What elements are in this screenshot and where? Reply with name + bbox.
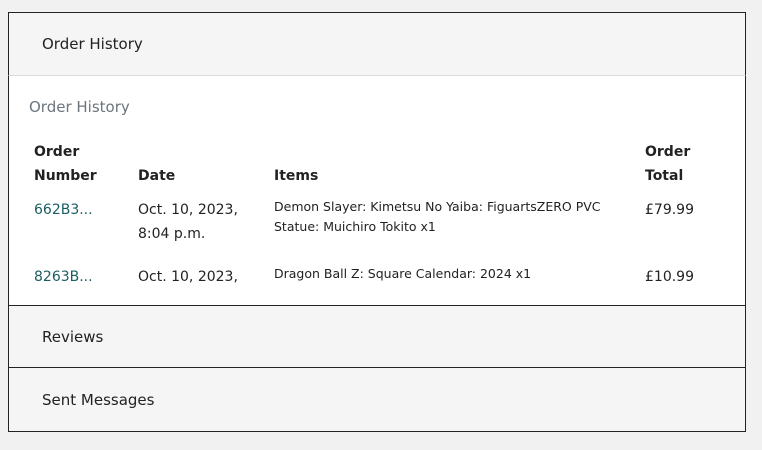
reviews-accordion-header[interactable]: Reviews [8,305,746,368]
account-accordion: Order History Order History Order Number… [8,12,746,432]
column-header-items: Items [274,168,319,184]
order-history-header-label: Order History [42,35,143,53]
order-history-panel: Order History Order Number Date Items Or… [8,76,746,305]
order-date: Oct. 10, 2023, 8:04 p.m. [138,202,238,242]
sent-messages-accordion-header[interactable]: Sent Messages [8,368,746,432]
order-number-link[interactable]: 8263B... [34,265,93,289]
reviews-header-label: Reviews [42,327,104,346]
order-items: Dragon Ball Z: Square Calendar: 2024 x1 [274,266,532,281]
order-number-link[interactable]: 662B3... [34,198,93,222]
column-header-order-number: Order Number [34,144,97,184]
column-header-date: Date [138,168,176,184]
order-total: £10.99 [645,269,694,285]
order-total: £79.99 [645,202,694,218]
order-history-title: Order History [29,98,130,116]
order-history-accordion-header[interactable]: Order History [8,12,746,76]
order-date: Oct. 10, 2023, [138,269,238,285]
order-items: Demon Slayer: Kimetsu No Yaiba: Figuarts… [274,199,601,234]
column-header-order-total: Order Total [645,144,691,184]
sent-messages-header-label: Sent Messages [42,390,155,409]
